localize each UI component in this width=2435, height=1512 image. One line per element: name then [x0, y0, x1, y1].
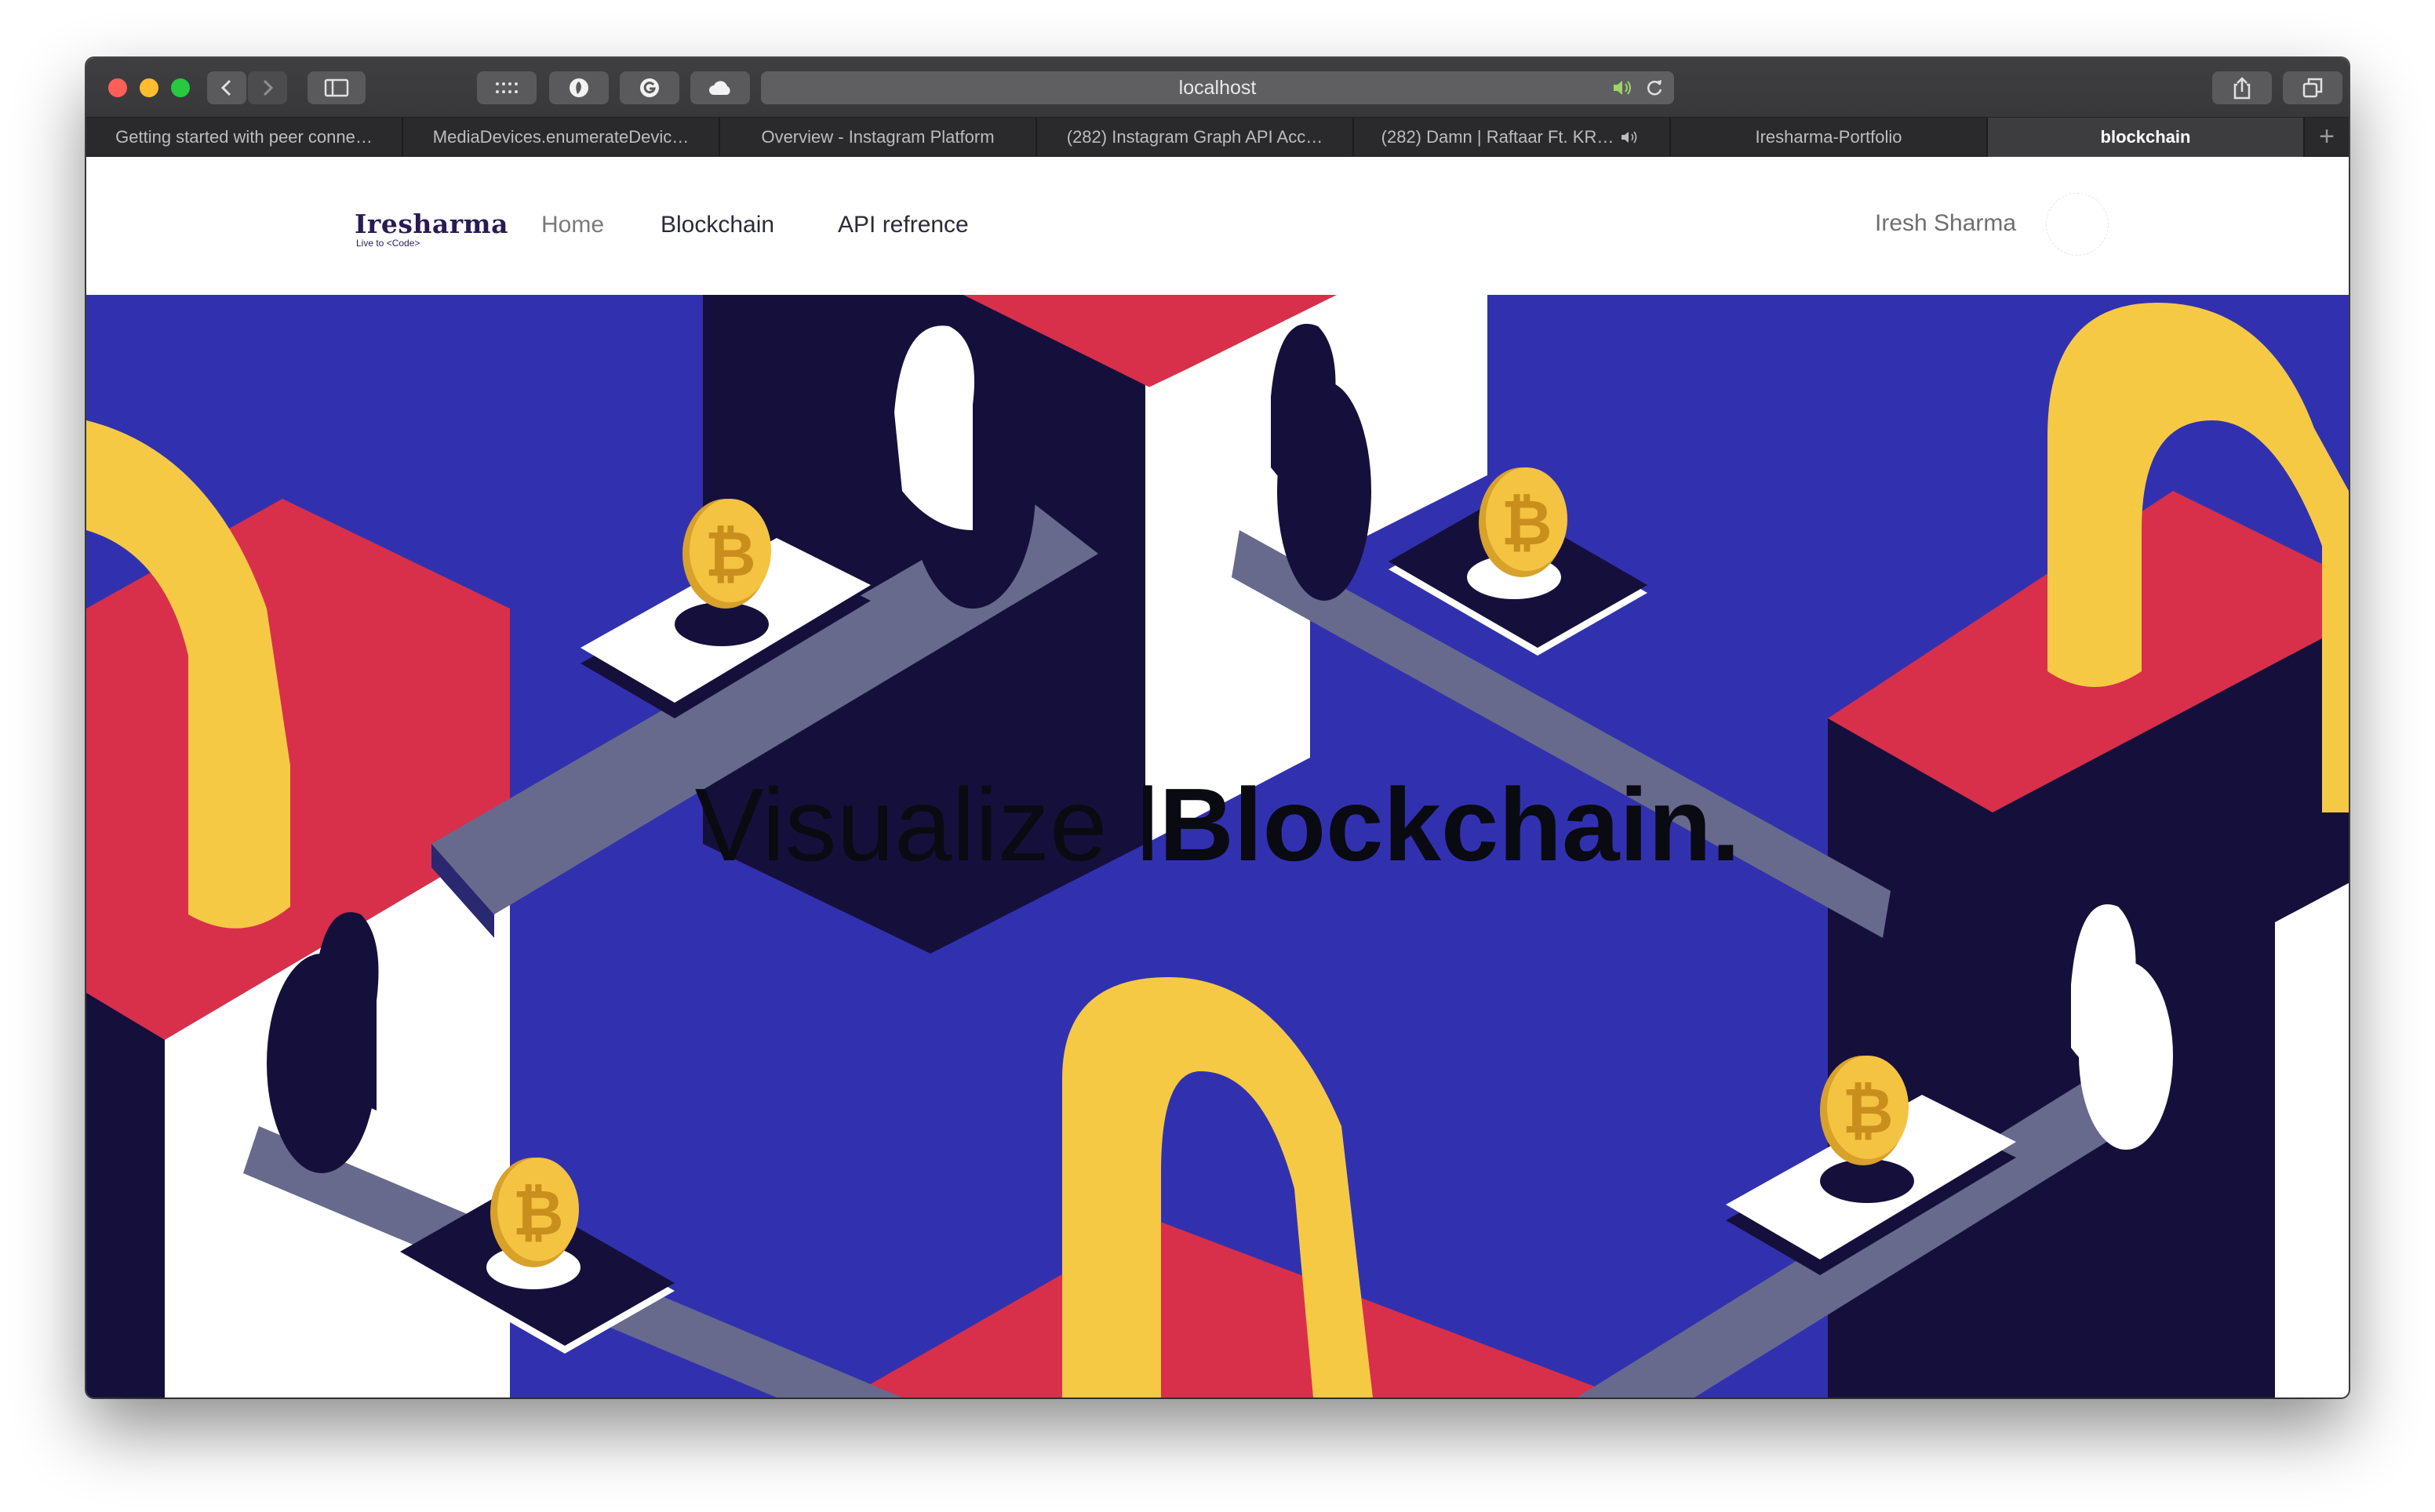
new-tab-button[interactable]: +	[2305, 118, 2349, 156]
nav-link-home[interactable]: Home	[541, 212, 604, 238]
browser-tab[interactable]: Overview - Instagram Platform	[720, 118, 1037, 157]
maximize-window-button[interactable]	[171, 78, 190, 97]
hero-banner: ₿	[86, 295, 2349, 1398]
browser-window: localhost Getting started with peer conn…	[86, 58, 2349, 1398]
grammarly-icon	[640, 78, 659, 97]
back-button[interactable]	[207, 71, 246, 104]
browser-tab[interactable]: Getting started with peer conne…	[86, 118, 403, 157]
tab-label: Getting started with peer conne…	[115, 127, 373, 147]
speaker-icon[interactable]	[1611, 78, 1635, 97]
nav-link-api-reference[interactable]: API refrence	[838, 212, 969, 238]
browser-tab[interactable]: MediaDevices.enumerateDevic…	[403, 118, 720, 157]
plus-icon: +	[2319, 122, 2335, 151]
chevron-right-icon	[263, 79, 274, 96]
tab-overview-button[interactable]	[2283, 71, 2342, 104]
close-window-button[interactable]	[108, 78, 127, 97]
address-bar[interactable]: localhost	[761, 71, 1674, 104]
top-sites-button[interactable]	[477, 71, 537, 104]
tab-label: Iresharma-Portfolio	[1755, 127, 1902, 147]
site-navbar: Iresharma Live to <Code> Home Blockchain…	[86, 157, 2349, 295]
extension-button-cloud[interactable]	[690, 71, 750, 104]
browser-toolbar: localhost	[86, 58, 2349, 118]
logo-tagline: Live to <Code>	[356, 238, 420, 249]
tab-bar: Getting started with peer conne… MediaDe…	[86, 118, 2349, 157]
browser-tab[interactable]: (282) Damn | Raftaar Ft. KR…	[1354, 118, 1671, 157]
web-page: Iresharma Live to <Code> Home Blockchain…	[86, 157, 2349, 1398]
chevron-left-icon	[220, 79, 231, 96]
extension-button-shield[interactable]	[549, 71, 609, 104]
tab-label: blockchain	[2100, 127, 2191, 147]
shield-icon	[570, 78, 588, 97]
tab-label: (282) Damn | Raftaar Ft. KR…	[1381, 127, 1614, 147]
sidebar-icon	[324, 78, 349, 97]
forward-button[interactable]	[248, 71, 287, 104]
tab-label: Overview - Instagram Platform	[761, 127, 995, 147]
share-icon	[2233, 77, 2251, 100]
hero-headline: Visualize lBlockchain.	[86, 765, 2349, 884]
headline-light: Visualize l	[694, 767, 1159, 882]
tab-label: MediaDevices.enumerateDevic…	[432, 127, 690, 147]
browser-tab[interactable]: Iresharma-Portfolio	[1671, 118, 1988, 157]
grid-icon	[496, 82, 518, 93]
block-white-right	[2275, 883, 2349, 1398]
minimize-window-button[interactable]	[140, 78, 158, 97]
sidebar-toggle-button[interactable]	[308, 71, 366, 104]
block-navy-left	[86, 993, 165, 1398]
address-text: localhost	[1178, 76, 1257, 99]
logo-name: Iresharma	[355, 209, 508, 239]
cloud-icon	[709, 81, 730, 95]
nav-link-blockchain[interactable]: Blockchain	[661, 212, 774, 238]
tabs-icon	[2302, 78, 2323, 98]
browser-tab[interactable]: (282) Instagram Graph API Acc…	[1037, 118, 1354, 157]
browser-tab-active[interactable]: blockchain	[1988, 118, 2305, 157]
site-logo[interactable]: Iresharma Live to <Code>	[355, 209, 508, 249]
reload-icon[interactable]	[1644, 78, 1665, 98]
share-button[interactable]	[2212, 71, 2272, 104]
tab-label: (282) Instagram Graph API Acc…	[1066, 127, 1323, 147]
user-name[interactable]: Iresh Sharma	[1875, 210, 2016, 237]
headline-bold: Blockchain.	[1159, 767, 1741, 882]
extension-button-grammarly[interactable]	[620, 71, 679, 104]
speaker-icon[interactable]	[1620, 129, 1642, 145]
avatar[interactable]	[2046, 193, 2109, 256]
